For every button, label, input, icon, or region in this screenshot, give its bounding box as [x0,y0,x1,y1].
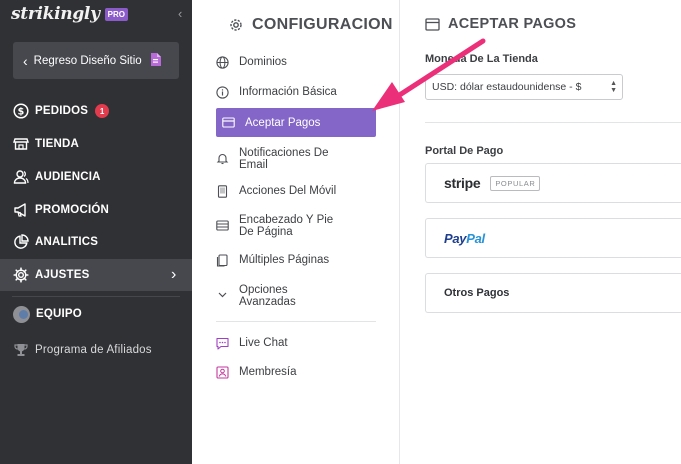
pages-icon [216,254,228,267]
page-title: ACEPTAR PAGOS [425,16,576,32]
app-sidebar: strikingly PRO ‹ ‹ Regreso Diseño Sitio … [0,0,192,464]
settings-item-label: Opciones Avanzadas [239,284,296,308]
member-icon [216,366,229,379]
sidebar-item-label: ANALITICS [35,236,99,248]
svg-text:$: $ [18,107,25,118]
popular-badge: POPULAR [490,175,541,191]
document-icon [150,52,161,69]
chevron-right-icon: › [171,266,177,283]
other-payments-label: Otros Pagos [444,287,510,299]
bell-icon [216,153,229,165]
layout-icon [216,220,229,231]
settings-item-notificaciones-email[interactable]: Notificaciones De Email [216,147,376,171]
card-icon [425,17,440,31]
stripe-gateway-option[interactable]: stripe POPULAR [425,163,681,203]
sidebar-item-promocion[interactable]: PROMOCIÓN [0,194,192,226]
brand-logo: strikingly [11,4,100,24]
settings-item-label: Encabezado Y Pie De Página [239,214,334,238]
settings-item-label: Información Básica [239,86,337,98]
team-avatar-icon [13,305,30,323]
settings-item-dominios[interactable]: Dominios [216,56,376,69]
mobile-icon [217,185,228,198]
sidebar-item-equipo[interactable]: EQUIPO [0,298,192,330]
sidebar-item-programa-afiliados[interactable]: Programa de Afiliados [0,334,192,366]
chevron-down-icon [218,292,227,298]
settings-item-label: Notificaciones De Email [239,147,329,171]
megaphone-icon [14,203,26,217]
trophy-icon [14,344,28,356]
brand[interactable]: strikingly PRO [11,2,129,26]
store-icon [13,138,29,150]
sidebar-item-label: TIENDA [35,138,80,150]
sidebar-item-label: PROMOCIÓN [35,204,109,216]
pie-chart-icon [14,234,29,249]
sidebar-item-label: AUDIENCIA [35,171,101,183]
dollar-circle-icon: $ [13,103,29,119]
payment-gateway-label: Portal De Pago [425,145,504,157]
sidebar-item-audiencia[interactable]: AUDIENCIA [0,161,192,193]
sidebar-item-tienda[interactable]: TIENDA [0,128,192,160]
settings-item-label: Dominios [239,56,287,68]
settings-item-label: Aceptar Pagos [245,116,321,129]
paypal-gateway-option[interactable]: PayPal [425,218,681,258]
settings-item-live-chat[interactable]: Live Chat [216,337,376,350]
gear-icon [230,19,242,31]
settings-item-opciones-avanzadas[interactable]: Opciones Avanzadas [216,284,376,308]
sidebar-item-analitics[interactable]: ANALITICS [0,226,192,258]
section-divider [425,122,681,123]
settings-divider [216,321,376,322]
settings-title: CONFIGURACION [228,14,393,36]
settings-item-membresia[interactable]: Membresía [216,366,376,379]
sidebar-item-label: AJUSTES [35,269,90,281]
sidebar-divider [12,296,180,297]
gear-icon [13,267,29,283]
settings-item-informacion-basica[interactable]: Información Básica [216,86,376,99]
info-icon [216,86,229,99]
globe-icon [216,56,229,69]
sidebar-item-pedidos[interactable]: $ PEDIDOS 1 [0,95,192,127]
chat-icon [216,337,229,350]
sidebar-item-label: PEDIDOS [35,105,89,117]
stripe-logo: stripe [444,175,481,191]
settings-item-aceptar-pagos[interactable]: Aceptar Pagos [216,108,376,137]
other-payments-option[interactable]: Otros Pagos [425,273,681,313]
settings-item-label: Acciones Del Móvil [239,185,337,197]
sidebar-item-ajustes[interactable]: AJUSTES › [0,259,192,291]
currency-select[interactable]: USD: dólar estaudounidense - $ ▲ ▼ [425,74,623,100]
settings-item-encabezado-pie[interactable]: Encabezado Y Pie De Página [216,214,376,238]
orders-count-badge: 1 [95,104,110,118]
settings-item-label: Múltiples Páginas [239,254,330,266]
collapse-sidebar-icon[interactable]: ‹ [178,6,182,21]
select-caret-icon: ▲ ▼ [610,80,617,94]
back-button-label: Regreso Diseño Sitio [33,54,142,67]
chevron-left-icon: ‹ [23,52,28,69]
currency-label: Moneda De La Tienda [425,53,538,65]
card-icon [222,117,235,128]
pro-badge: PRO [104,7,129,21]
accept-payments-panel: ACEPTAR PAGOS Moneda De La Tienda USD: d… [400,0,681,464]
paypal-logo: PayPal [444,230,485,246]
sidebar-item-label: Programa de Afiliados [35,344,152,356]
users-icon [13,170,29,184]
back-to-site-design-button[interactable]: ‹ Regreso Diseño Sitio [13,42,179,79]
settings-item-label: Live Chat [239,337,288,349]
currency-select-value: USD: dólar estaudounidense - $ [432,81,582,93]
sidebar-item-label: EQUIPO [36,308,82,320]
settings-menu: CONFIGURACION Dominios Información Básic… [192,0,400,464]
settings-item-label: Membresía [239,366,297,378]
settings-item-multiples-paginas[interactable]: Múltiples Páginas [216,254,376,267]
settings-item-acciones-movil[interactable]: Acciones Del Móvil [216,185,376,198]
